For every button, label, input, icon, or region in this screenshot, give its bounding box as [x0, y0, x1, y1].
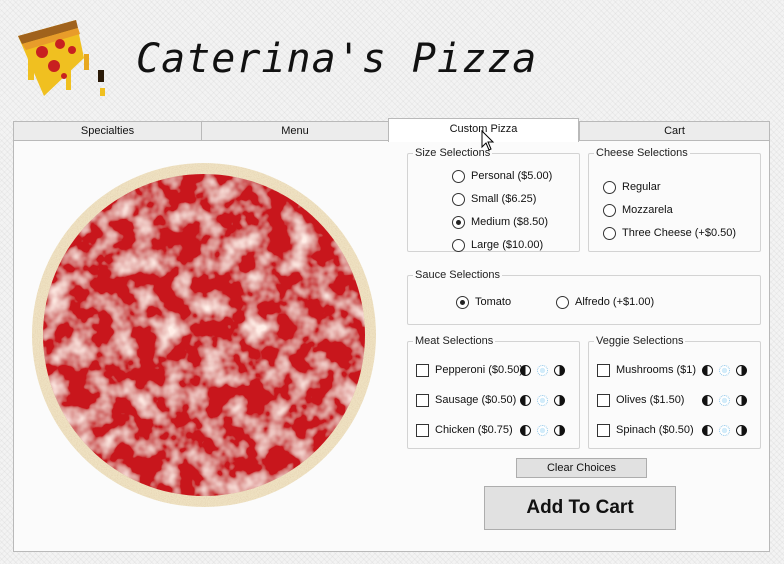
checkbox[interactable] — [597, 363, 610, 377]
size-option-label: Small ($6.25) — [471, 193, 537, 205]
radio-button[interactable] — [452, 215, 465, 229]
veggie-option-label: Mushrooms ($1) — [616, 364, 697, 376]
cheese-selections-legend: Cheese Selections — [596, 147, 688, 159]
tab-menu[interactable]: Menu — [201, 121, 389, 140]
size-option-small[interactable]: Small ($6.25) — [452, 191, 536, 207]
left-half-icon[interactable] — [702, 364, 713, 376]
whole-pizza-icon[interactable] — [719, 364, 730, 376]
meat-option-pepperoni[interactable]: Pepperoni ($0.50) — [416, 362, 523, 378]
app-title: Caterina's Pizza — [136, 36, 538, 82]
cheese-option-label: Regular — [622, 181, 661, 193]
checkbox[interactable] — [597, 393, 610, 407]
whole-pizza-icon[interactable] — [537, 394, 548, 406]
size-option-label: Medium ($8.50) — [471, 216, 549, 228]
meat-option-chicken[interactable]: Chicken ($0.75) — [416, 422, 513, 438]
whole-pizza-icon[interactable] — [537, 424, 548, 436]
checkbox[interactable] — [416, 363, 429, 377]
left-half-icon[interactable] — [520, 394, 531, 406]
cheese-option-mozzarela[interactable]: Mozzarela — [603, 202, 673, 218]
chicken-portion-controls — [520, 424, 565, 436]
veggie-option-spinach[interactable]: Spinach ($0.50) — [597, 422, 694, 438]
radio-button[interactable] — [556, 295, 569, 309]
veggie-option-mushrooms[interactable]: Mushrooms ($1) — [597, 362, 696, 378]
radio-button[interactable] — [452, 192, 465, 206]
meat-option-label: Sausage ($0.50) — [435, 394, 517, 406]
pizza-preview-image — [32, 163, 376, 507]
cheese-option-three-cheese[interactable]: Three Cheese (+$0.50) — [603, 225, 736, 241]
radio-button[interactable] — [456, 295, 469, 309]
olives-portion-controls — [702, 394, 747, 406]
meat-option-sausage[interactable]: Sausage ($0.50) — [416, 392, 516, 408]
sauce-option-label: Tomato — [475, 296, 512, 308]
checkbox[interactable] — [597, 423, 610, 437]
whole-pizza-icon[interactable] — [719, 424, 730, 436]
size-option-label: Large ($10.00) — [471, 239, 544, 251]
spinach-portion-controls — [702, 424, 747, 436]
meat-selections-legend: Meat Selections — [415, 335, 494, 347]
tab-specialties[interactable]: Specialties — [13, 121, 202, 140]
tab-cart[interactable]: Cart — [579, 121, 770, 140]
meat-option-label: Chicken ($0.75) — [435, 424, 513, 436]
right-half-icon[interactable] — [554, 364, 565, 376]
add-to-cart-button[interactable]: Add To Cart — [484, 486, 676, 530]
veggie-option-label: Olives ($1.50) — [616, 394, 685, 406]
whole-pizza-icon[interactable] — [719, 394, 730, 406]
checkbox[interactable] — [416, 393, 429, 407]
size-option-personal[interactable]: Personal ($5.00) — [452, 168, 552, 184]
sauce-selections-legend: Sauce Selections — [415, 269, 500, 281]
veggie-selections-legend: Veggie Selections — [596, 335, 684, 347]
cheese-option-label: Three Cheese (+$0.50) — [622, 227, 737, 239]
right-half-icon[interactable] — [554, 424, 565, 436]
checkbox[interactable] — [416, 423, 429, 437]
mushrooms-portion-controls — [702, 364, 747, 376]
radio-button[interactable] — [603, 180, 616, 194]
radio-button[interactable] — [603, 226, 616, 240]
size-option-medium[interactable]: Medium ($8.50) — [452, 214, 548, 230]
right-half-icon[interactable] — [554, 394, 565, 406]
left-half-icon[interactable] — [702, 394, 713, 406]
whole-pizza-icon[interactable] — [537, 364, 548, 376]
pizza-slice-icon — [18, 20, 105, 96]
sauce-option-label: Alfredo (+$1.00) — [575, 296, 655, 308]
clear-choices-button[interactable]: Clear Choices — [516, 458, 647, 478]
custom-pizza-panel: Size Selections Personal ($5.00) Small (… — [13, 140, 770, 552]
cheese-option-regular[interactable]: Regular — [603, 179, 661, 195]
pepperoni-portion-controls — [520, 364, 565, 376]
cheese-option-label: Mozzarela — [622, 204, 673, 216]
left-half-icon[interactable] — [520, 364, 531, 376]
left-half-icon[interactable] — [702, 424, 713, 436]
mouse-pointer-icon — [481, 130, 495, 151]
sausage-portion-controls — [520, 394, 565, 406]
radio-button[interactable] — [452, 169, 465, 183]
veggie-option-label: Spinach ($0.50) — [616, 424, 694, 436]
right-half-icon[interactable] — [736, 394, 747, 406]
veggie-option-olives[interactable]: Olives ($1.50) — [597, 392, 684, 408]
radio-button[interactable] — [603, 203, 616, 217]
size-option-label: Personal ($5.00) — [471, 170, 553, 182]
right-half-icon[interactable] — [736, 424, 747, 436]
meat-option-label: Pepperoni ($0.50) — [435, 364, 524, 376]
sauce-option-alfredo[interactable]: Alfredo (+$1.00) — [556, 294, 654, 310]
right-half-icon[interactable] — [736, 364, 747, 376]
sauce-option-tomato[interactable]: Tomato — [456, 294, 511, 310]
radio-button[interactable] — [452, 238, 465, 252]
left-half-icon[interactable] — [520, 424, 531, 436]
size-option-large[interactable]: Large ($10.00) — [452, 237, 543, 253]
